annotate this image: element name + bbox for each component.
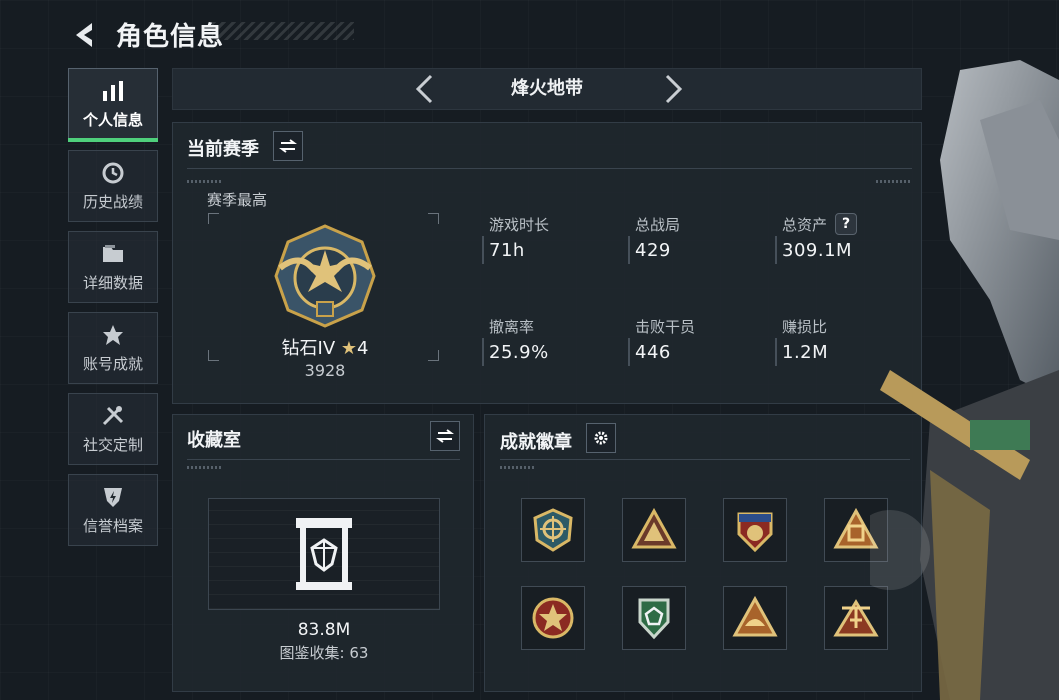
stat-value: 1.2M [782,342,829,363]
sidebar-item-label: 详细数据 [82,273,143,292]
achievement-badge[interactable] [723,498,787,562]
achievement-badge[interactable] [622,586,686,650]
gold-triangle-badge-icon [631,507,677,549]
sidebar-item-social[interactable]: 社交定制 [68,393,158,465]
dash-decoration [187,466,223,469]
collection-catalog: 图鉴收集: 63 [279,644,369,662]
crosshair-shield-badge-icon [533,508,573,552]
stat-bar [482,236,484,264]
stat-label: 击败干员 [635,318,696,336]
rank-stars: 4 [357,338,369,359]
active-tab-indicator [68,138,158,142]
operator-character-image [870,60,1059,700]
pyramid-badge-icon [732,595,778,637]
stat-bar [482,338,484,366]
sidebar-item-achievements[interactable]: 账号成就 [68,312,158,384]
switch-collection-button[interactable] [430,421,460,451]
swap-icon [436,429,454,443]
achievement-badge[interactable] [521,498,585,562]
season-best-label: 赛季最高 [207,191,268,209]
rank-title: 钻石IV ★4 [270,334,380,360]
bar-chart-icon [103,80,123,101]
stat-bar [775,236,777,264]
divider [500,459,910,460]
vault-gem-icon [296,518,352,590]
chevron-right-icon[interactable] [660,74,686,104]
rank-emblem-icon [274,224,376,328]
divider [187,459,460,460]
stat-label: 游戏时长 [489,216,550,234]
stat-bar [628,338,630,366]
swap-icon [279,139,297,153]
collection-title: 收藏室 [187,430,241,451]
sidebar-item-label: 账号成就 [82,354,143,373]
dash-decoration [187,180,223,183]
divider [187,168,912,169]
stat-label: 撤离率 [489,318,535,336]
rank-points: 3928 [304,361,346,380]
badge-settings-button[interactable] [586,423,616,453]
star-shield-badge-icon [737,512,773,553]
sidebar-item-history[interactable]: 历史战绩 [68,150,158,222]
mode-name: 烽火地带 [511,78,583,99]
help-icon[interactable]: ? [835,213,857,235]
folder-icon [103,244,123,262]
tools-icon [102,405,124,425]
stat-value: 25.9% [489,342,549,363]
dash-decoration [500,466,536,469]
red-star-cross-badge-icon [532,597,574,639]
stat-value: 309.1M [782,240,853,261]
sidebar-item-label: 个人信息 [82,110,143,129]
stat-value: 446 [635,342,671,363]
sidebar-item-details[interactable]: 详细数据 [68,231,158,303]
gear-icon [594,431,608,445]
title-decoration [212,22,354,40]
frame-corner [208,213,219,224]
stat-label: 总战局 [635,216,681,234]
achievement-badge[interactable] [622,498,686,562]
stat-bar [628,236,630,264]
stat-label: 赚损比 [782,318,828,336]
back-arrow-icon[interactable] [70,20,100,50]
sidebar-item-profile[interactable]: 个人信息 [68,68,158,140]
stat-label: 总资产 [782,216,828,234]
switch-season-button[interactable] [273,131,303,161]
sidebar-item-label: 历史战绩 [82,192,143,211]
stat-value: 429 [635,240,671,261]
achievement-badge[interactable] [521,586,585,650]
frame-corner [428,213,439,224]
frame-corner [428,350,439,361]
season-title: 当前赛季 [187,139,259,160]
rank-name: 钻石IV [281,338,336,359]
rank-star-icon: ★ [340,338,358,359]
badges-title: 成就徽章 [500,432,572,453]
stat-bar [775,338,777,366]
achievement-icon [103,324,123,345]
sidebar-item-reputation[interactable]: 信誉档案 [68,474,158,546]
page-title: 角色信息 [116,22,225,52]
achievement-badge[interactable] [723,586,787,650]
shield-bolt-icon [104,487,122,507]
stat-value: 71h [489,240,525,261]
frame-corner [208,350,219,361]
sidebar-item-label: 社交定制 [82,435,143,454]
history-clock-icon [102,162,124,183]
green-shield-badge-icon [638,598,670,640]
collection-value: 83.8M [297,620,351,640]
sidebar-item-label: 信誉档案 [82,516,143,535]
